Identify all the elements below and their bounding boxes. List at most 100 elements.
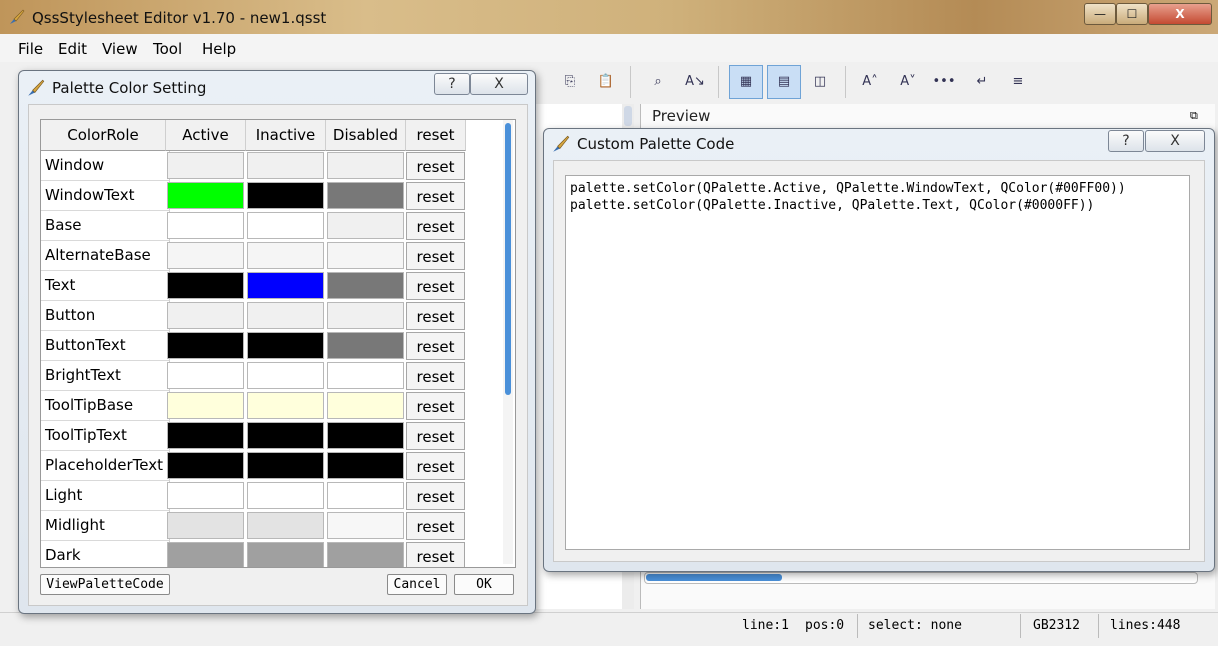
- color-swatch-disabled[interactable]: [327, 512, 404, 539]
- copy-icon[interactable]: ⎘: [558, 70, 582, 94]
- reset-button[interactable]: reset: [406, 452, 465, 480]
- color-swatch-disabled[interactable]: [327, 182, 404, 209]
- palette-grid-icon[interactable]: ▦: [729, 65, 763, 99]
- view-palette-code-button[interactable]: ViewPaletteCode: [40, 574, 170, 595]
- reset-button[interactable]: reset: [406, 512, 465, 540]
- color-swatch-inactive[interactable]: [247, 362, 324, 389]
- color-swatch-disabled[interactable]: [327, 272, 404, 299]
- color-swatch-inactive[interactable]: [247, 452, 324, 479]
- color-swatch-inactive[interactable]: [247, 272, 324, 299]
- column-header-active[interactable]: Active: [166, 120, 246, 151]
- maximize-button[interactable]: ☐: [1116, 3, 1148, 25]
- color-role-label: Text: [41, 271, 170, 301]
- editor-scroll-thumb[interactable]: [624, 106, 632, 126]
- color-swatch-active[interactable]: [167, 242, 244, 269]
- color-swatch-active[interactable]: [167, 422, 244, 449]
- close-button[interactable]: X: [1148, 3, 1212, 25]
- wrap-icon[interactable]: ↵: [970, 70, 994, 94]
- preview-scroll-thumb[interactable]: [646, 574, 782, 581]
- color-swatch-active[interactable]: [167, 482, 244, 509]
- code-textarea[interactable]: [565, 175, 1190, 550]
- find-icon[interactable]: ⌕: [646, 70, 670, 94]
- menu-view[interactable]: View: [102, 40, 138, 58]
- color-swatch-inactive[interactable]: [247, 302, 324, 329]
- color-swatch-active[interactable]: [167, 182, 244, 209]
- color-swatch-active[interactable]: [167, 332, 244, 359]
- menu-edit[interactable]: Edit: [58, 40, 87, 58]
- color-swatch-active[interactable]: [167, 212, 244, 239]
- color-swatch-disabled[interactable]: [327, 362, 404, 389]
- color-swatch-disabled[interactable]: [327, 212, 404, 239]
- dialog-close-button[interactable]: X: [1145, 130, 1205, 152]
- color-swatch-inactive[interactable]: [247, 392, 324, 419]
- preview-title: Preview: [652, 107, 711, 125]
- column-header-reset[interactable]: reset: [406, 120, 466, 151]
- paste-icon[interactable]: 📋: [594, 70, 618, 94]
- ok-button[interactable]: OK: [454, 574, 514, 595]
- replace-icon[interactable]: A↘: [683, 70, 707, 94]
- font-decrease-icon[interactable]: A˅: [896, 70, 920, 94]
- reset-button[interactable]: reset: [406, 362, 465, 390]
- color-swatch-active[interactable]: [167, 452, 244, 479]
- cancel-button[interactable]: Cancel: [387, 574, 447, 595]
- color-swatch-inactive[interactable]: [247, 332, 324, 359]
- color-swatch-active[interactable]: [167, 512, 244, 539]
- color-swatch-inactive[interactable]: [247, 422, 324, 449]
- color-swatch-disabled[interactable]: [327, 452, 404, 479]
- table-scroll-thumb[interactable]: [505, 123, 511, 395]
- dialog-close-button[interactable]: X: [470, 73, 528, 95]
- color-swatch-disabled[interactable]: [327, 392, 404, 419]
- help-button[interactable]: ?: [1108, 130, 1144, 152]
- reset-button[interactable]: reset: [406, 302, 465, 330]
- column-header-inactive[interactable]: Inactive: [246, 120, 326, 151]
- color-swatch-inactive[interactable]: [247, 182, 324, 209]
- color-swatch-disabled[interactable]: [327, 482, 404, 509]
- color-swatch-disabled[interactable]: [327, 152, 404, 179]
- color-swatch-inactive[interactable]: [247, 542, 324, 567]
- color-swatch-active[interactable]: [167, 272, 244, 299]
- column-header-disabled[interactable]: Disabled: [326, 120, 406, 151]
- palette-dialog-title: Palette Color Setting: [52, 79, 207, 97]
- minimize-button[interactable]: —: [1084, 3, 1116, 25]
- more-icon[interactable]: •••: [932, 70, 956, 94]
- window-title: QssStylesheet Editor v1.70 - new1.qsst: [32, 9, 327, 27]
- help-button[interactable]: ?: [434, 73, 470, 95]
- column-header-colorrole[interactable]: ColorRole: [41, 120, 166, 151]
- reset-button[interactable]: reset: [406, 242, 465, 270]
- color-swatch-active[interactable]: [167, 152, 244, 179]
- color-swatch-disabled[interactable]: [327, 302, 404, 329]
- reset-button[interactable]: reset: [406, 482, 465, 510]
- color-swatch-active[interactable]: [167, 362, 244, 389]
- reset-button[interactable]: reset: [406, 272, 465, 300]
- color-swatch-inactive[interactable]: [247, 512, 324, 539]
- color-swatch-disabled[interactable]: [327, 242, 404, 269]
- color-swatch-disabled[interactable]: [327, 422, 404, 449]
- align-icon[interactable]: ≡: [1006, 70, 1030, 94]
- font-increase-icon[interactable]: A˄: [858, 70, 882, 94]
- menu-bar: [0, 34, 1218, 62]
- color-swatch-active[interactable]: [167, 302, 244, 329]
- layout-icon[interactable]: ▤: [767, 65, 801, 99]
- reset-button[interactable]: reset: [406, 332, 465, 360]
- reset-button[interactable]: reset: [406, 212, 465, 240]
- undock-icon[interactable]: ⧉: [1190, 109, 1198, 123]
- reset-button[interactable]: reset: [406, 182, 465, 210]
- color-swatch-inactive[interactable]: [247, 212, 324, 239]
- reset-button[interactable]: reset: [406, 422, 465, 450]
- menu-file[interactable]: File: [18, 40, 43, 58]
- color-swatch-disabled[interactable]: [327, 542, 404, 567]
- color-swatch-inactive[interactable]: [247, 152, 324, 179]
- reset-button[interactable]: reset: [406, 542, 465, 567]
- reset-button[interactable]: reset: [406, 152, 465, 180]
- menu-tool[interactable]: Tool: [153, 40, 182, 58]
- frame-icon[interactable]: ◫: [808, 70, 832, 94]
- menu-help[interactable]: Help: [202, 40, 236, 58]
- code-line: palette.setColor(QPalette.Active, QPalet…: [570, 181, 1126, 196]
- color-swatch-active[interactable]: [167, 392, 244, 419]
- color-swatch-active[interactable]: [167, 542, 244, 567]
- color-swatch-disabled[interactable]: [327, 332, 404, 359]
- color-swatch-inactive[interactable]: [247, 242, 324, 269]
- reset-button[interactable]: reset: [406, 392, 465, 420]
- status-line: line:1: [742, 618, 789, 633]
- color-swatch-inactive[interactable]: [247, 482, 324, 509]
